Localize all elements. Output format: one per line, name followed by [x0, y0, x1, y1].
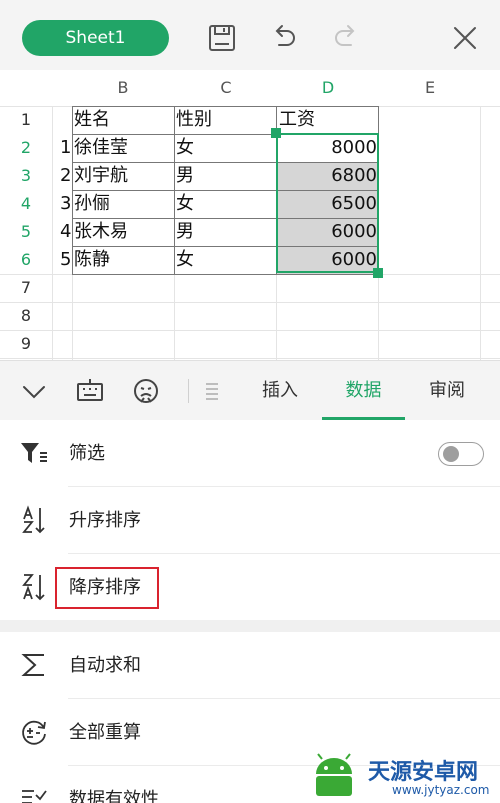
- group-separator: [0, 620, 500, 632]
- watermark: 天源安卓网 www.jytyaz.com: [300, 750, 500, 803]
- tab-separator: [188, 379, 189, 403]
- cell-c6[interactable]: 女: [176, 246, 194, 274]
- column-header-b[interactable]: B: [72, 70, 174, 106]
- undo-icon[interactable]: [268, 22, 300, 54]
- sheet-name-button[interactable]: Sheet1: [22, 20, 169, 56]
- cell-b2[interactable]: 徐佳莹: [74, 134, 128, 162]
- cell-c5[interactable]: 男: [176, 218, 194, 246]
- menu-item-sort-ascending[interactable]: 升序排序: [0, 487, 500, 554]
- cell-b4[interactable]: 孙俪: [74, 190, 110, 218]
- menu-item-label: 全部重算: [69, 722, 141, 743]
- collapse-chevron-icon[interactable]: [18, 375, 50, 407]
- cell-a4[interactable]: 3: [60, 190, 71, 218]
- row-header-2[interactable]: 2: [0, 134, 52, 162]
- highlight-box: [55, 567, 159, 609]
- android-logo-icon: [316, 753, 352, 796]
- column-header-e[interactable]: E: [379, 70, 481, 106]
- watermark-text: 天源安卓网: [368, 760, 479, 785]
- selection-border: [276, 133, 379, 273]
- table-border: [72, 106, 378, 107]
- menu-item-auto-sum[interactable]: 自动求和: [0, 632, 500, 699]
- cell-a6[interactable]: 5: [60, 246, 71, 274]
- grid-line: [0, 302, 500, 303]
- cell-b3[interactable]: 刘宇航: [74, 162, 128, 190]
- row-header-5[interactable]: 5: [0, 218, 52, 246]
- selection-end-handle[interactable]: [373, 268, 383, 278]
- grid-line: [0, 330, 500, 331]
- row-header-8[interactable]: 8: [0, 302, 52, 330]
- row-header-3[interactable]: 3: [0, 162, 52, 190]
- menu-item-label: 升序排序: [69, 510, 141, 531]
- row-header-4[interactable]: 4: [0, 190, 52, 218]
- cell-a2[interactable]: 1: [60, 134, 71, 162]
- column-header-d[interactable]: D: [277, 70, 379, 106]
- filter-icon: [18, 437, 50, 469]
- menu-item-filter[interactable]: 筛选: [0, 420, 500, 487]
- grid-line: [0, 358, 500, 359]
- cell-b1[interactable]: 姓名: [74, 106, 110, 134]
- sum-icon: [18, 649, 50, 681]
- grid-line: [480, 106, 481, 360]
- row-header-1[interactable]: 1: [0, 106, 52, 134]
- emoji-icon[interactable]: [130, 375, 162, 407]
- format-icon[interactable]: [198, 375, 230, 407]
- recalculate-icon: [18, 716, 50, 748]
- cell-c3[interactable]: 男: [176, 162, 194, 190]
- toggle-knob: [443, 446, 459, 462]
- cell-a3[interactable]: 2: [60, 162, 71, 190]
- spreadsheet-grid[interactable]: B C D E 1 2 3 4 5 6 7 8 9 姓名 性别 工资 1 徐佳莹…: [0, 70, 500, 360]
- row-header-9[interactable]: 9: [0, 330, 52, 358]
- keyboard-icon[interactable]: [74, 375, 106, 407]
- tab-insert[interactable]: 插入: [240, 361, 320, 421]
- sort-descending-icon: [18, 571, 50, 603]
- redo-icon[interactable]: [330, 22, 362, 54]
- tab-review[interactable]: 审阅: [407, 361, 487, 421]
- cell-b5[interactable]: 张木易: [74, 218, 128, 246]
- tab-data[interactable]: 数据: [322, 361, 405, 421]
- cell-c4[interactable]: 女: [176, 190, 194, 218]
- table-border: [72, 106, 73, 274]
- cell-a5[interactable]: 4: [60, 218, 71, 246]
- data-menu: 筛选 升序排序 降序排序 自动求和 全部重算 数据有效性: [0, 420, 500, 803]
- row-header-6[interactable]: 6: [0, 246, 52, 274]
- selection-start-handle[interactable]: [271, 128, 281, 138]
- menu-item-label: 自动求和: [69, 655, 141, 676]
- filter-toggle[interactable]: [438, 442, 484, 466]
- menu-item-label: 数据有效性: [69, 789, 159, 803]
- grid-line: [52, 106, 53, 360]
- watermark-url: www.jytyaz.com: [392, 783, 490, 797]
- cell-d1[interactable]: 工资: [279, 106, 315, 134]
- table-border: [72, 274, 378, 275]
- data-validation-icon: [18, 783, 50, 803]
- column-header-c[interactable]: C: [175, 70, 277, 106]
- panel-tab-bar: 插入 数据 审阅: [0, 360, 500, 420]
- table-border: [174, 106, 175, 274]
- row-header-7[interactable]: 7: [0, 274, 52, 302]
- top-toolbar: Sheet1: [0, 0, 500, 70]
- cell-c2[interactable]: 女: [176, 134, 194, 162]
- save-icon[interactable]: [206, 22, 238, 54]
- menu-item-label: 筛选: [69, 443, 105, 464]
- cell-c1[interactable]: 性别: [176, 106, 212, 134]
- sort-ascending-icon: [18, 504, 50, 536]
- close-icon[interactable]: [449, 22, 481, 54]
- cell-b6[interactable]: 陈静: [74, 246, 110, 274]
